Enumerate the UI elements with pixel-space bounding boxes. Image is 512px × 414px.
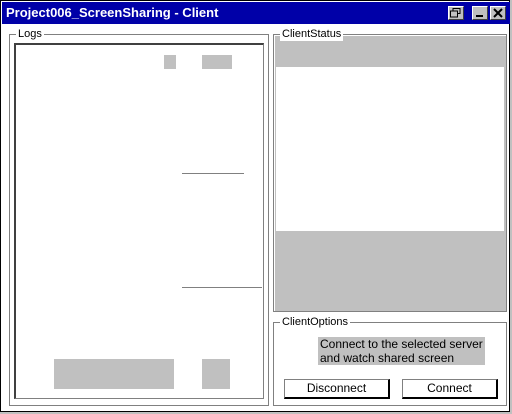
description-line-2: and watch shared screen <box>318 351 485 365</box>
logs-divider <box>182 173 244 174</box>
window-title: Project006_ScreenSharing - Client <box>6 5 219 20</box>
logs-artifact <box>202 55 232 69</box>
logs-artifact <box>54 359 174 389</box>
connect-button[interactable]: Connect <box>402 379 498 399</box>
minimize-button[interactable] <box>472 6 488 20</box>
restore-button[interactable] <box>448 6 464 20</box>
logs-list[interactable] <box>14 43 264 399</box>
close-button[interactable] <box>490 6 506 20</box>
client-options-description: Connect to the selected server and watch… <box>318 337 485 365</box>
status-header-band <box>276 43 504 67</box>
client-status-label: ClientStatus <box>280 27 344 41</box>
client-status-panel <box>276 67 504 231</box>
logs-label: Logs <box>16 27 44 41</box>
description-line-1: Connect to the selected server <box>318 337 485 351</box>
client-window: Project006_ScreenSharing - Client Logs C… <box>0 0 510 412</box>
client-options-group: ClientOptions Connect to the selected se… <box>273 315 507 406</box>
disconnect-button[interactable]: Disconnect <box>284 379 390 399</box>
logs-group: Logs <box>9 27 269 406</box>
logs-divider <box>182 287 262 288</box>
logs-artifact <box>164 55 176 69</box>
client-status-group: ClientStatus <box>273 27 507 312</box>
title-bar[interactable]: Project006_ScreenSharing - Client <box>2 2 510 24</box>
logs-artifact <box>202 359 230 389</box>
client-options-label: ClientOptions <box>280 315 351 329</box>
